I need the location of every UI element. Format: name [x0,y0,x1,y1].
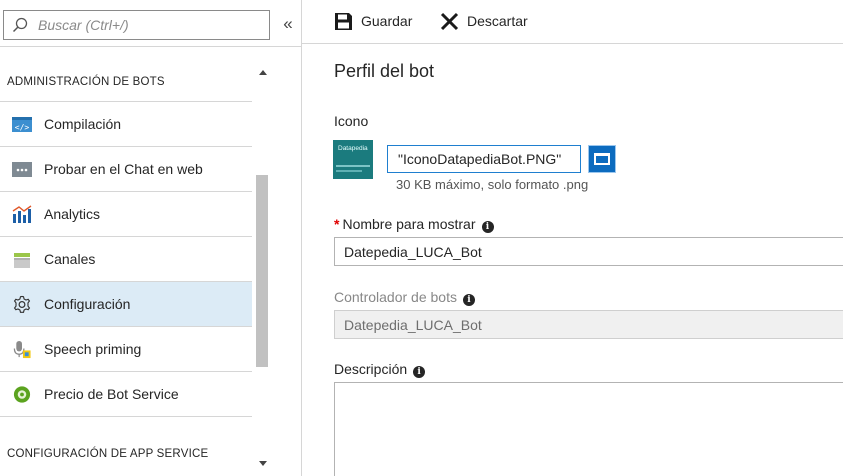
info-icon[interactable]: i [481,221,494,233]
required-mark: * [334,216,340,232]
close-icon [440,12,459,31]
scroll-down-arrow-icon[interactable] [259,461,267,466]
sidebar-item-label: Canales [44,251,96,267]
file-hint: 30 KB máximo, solo formato .png [396,177,589,192]
sidebar-item-build[interactable]: </> Compilación [0,102,252,147]
section-header-bot-management: ADMINISTRACIÓN DE BOTS [7,76,165,88]
info-icon[interactable]: i [413,366,426,378]
display-name-label: * Nombre para mostrar i [334,216,494,233]
search-box[interactable] [3,10,270,40]
thumbnail-decoration [336,165,370,167]
browse-file-button[interactable] [588,145,616,173]
search-icon [12,17,28,33]
toolbar: Guardar Descartar [302,0,843,44]
discard-label: Descartar [467,13,528,29]
section-header-app-service: CONFIGURACIÓN DE APP SERVICE [7,448,209,460]
analytics-icon [12,205,32,223]
description-label: Descripción i [334,361,426,378]
sidebar-item-channels[interactable]: Canales [0,237,252,282]
save-button[interactable]: Guardar [334,10,418,34]
search-input[interactable] [38,14,263,36]
display-name-input[interactable] [334,237,843,266]
icon-file-field[interactable]: "IconoDatapediaBot.PNG" [387,145,581,173]
scrollbar-thumb[interactable] [256,175,268,367]
info-icon[interactable]: i [462,294,475,306]
pricing-icon [13,386,31,403]
code-icon: </> [12,117,32,132]
bot-controller-label-text: Controlador de bots [334,289,457,305]
collapse-menu-button[interactable]: « [279,12,297,36]
sidebar-item-label: Compilación [44,116,122,132]
scroll-up-arrow-icon[interactable] [259,70,267,75]
microphone-icon [13,340,31,359]
channels-icon [14,253,30,268]
resource-menu: « ADMINISTRACIÓN DE BOTS </> Compilación… [0,0,301,476]
description-textarea[interactable] [334,382,843,476]
divider [0,46,301,47]
save-label: Guardar [361,13,413,29]
icon-label: Icono [334,113,369,129]
sidebar-item-label: Configuración [44,296,131,312]
discard-button[interactable]: Descartar [440,10,540,34]
display-name-label-text: Nombre para mostrar [342,216,476,232]
sidebar-item-label: Probar en el Chat en web [44,161,203,177]
pane-divider [301,0,302,476]
bot-controller-input [334,310,843,339]
thumbnail-decoration [336,170,362,172]
thumbnail-text: Datapedia [338,145,368,152]
sidebar-item-webchat[interactable]: Probar en el Chat en web [0,147,252,192]
sidebar-item-settings[interactable]: Configuración [0,282,252,327]
sidebar-item-label: Speech priming [44,341,142,357]
sidebar-item-pricing[interactable]: Precio de Bot Service [0,372,252,417]
sidebar-item-label: Precio de Bot Service [44,386,179,402]
sidebar-scrollbar[interactable] [252,64,271,476]
svg-text:</>: </> [15,123,30,132]
sidebar-item-speech-priming[interactable]: Speech priming [0,327,252,372]
bot-controller-label: Controlador de bots i [334,289,475,306]
chat-icon [12,162,32,177]
page-title: Perfil del bot [334,61,435,81]
bot-icon-thumbnail: Datapedia [333,140,373,179]
save-icon [335,13,352,30]
folder-icon [594,153,610,165]
description-label-text: Descripción [334,361,408,377]
sidebar-item-label: Analytics [44,206,101,222]
gear-icon [13,295,31,313]
sidebar-item-analytics[interactable]: Analytics [0,192,252,237]
